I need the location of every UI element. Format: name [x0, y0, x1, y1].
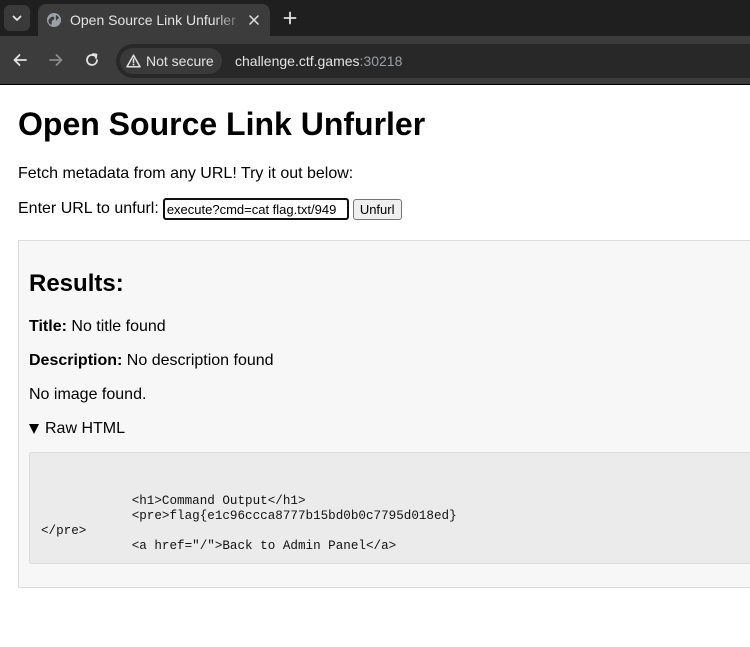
tab-search-button[interactable] [4, 5, 30, 31]
unfurl-button[interactable]: Unfurl [352, 198, 402, 220]
url-port: :30218 [359, 53, 403, 69]
browser-tabstrip: Open Source Link Unfurler [0, 0, 750, 36]
description-value: No description found [126, 352, 274, 369]
tab-close-button[interactable] [244, 10, 264, 30]
arrow-left-icon [13, 54, 27, 66]
disclosure-triangle-icon [29, 424, 39, 434]
title-label: Title: [29, 318, 67, 335]
url-input-label: Enter URL to unfurl: [18, 200, 159, 217]
results-heading: Results: [29, 270, 124, 297]
page-content: Open Source Link Unfurler Fetch metadata… [0, 85, 750, 647]
intro-text: Fetch metadata from any URL! Try it out … [18, 165, 354, 182]
page-title: Open Source Link Unfurler [18, 106, 426, 142]
url-input[interactable] [162, 198, 349, 220]
browser-toolbar: Not secure challenge.ctf.games:30218 [0, 36, 750, 84]
reload-icon [86, 53, 98, 66]
raw-html-summary: Raw HTML [45, 420, 126, 437]
result-title-line: Title: No title found [29, 317, 166, 337]
url-host: challenge.ctf.games [235, 53, 360, 69]
raw-html-code: <h1>Command Output</h1> <pre>flag{e1c96c… [29, 452, 750, 564]
title-value: No title found [71, 318, 166, 335]
chevron-down-icon [12, 15, 22, 21]
not-secure-label: Not secure [146, 53, 214, 69]
description-label: Description: [29, 352, 123, 369]
close-icon [249, 15, 259, 25]
arrow-right-icon [49, 54, 63, 66]
browser-tab-active[interactable]: Open Source Link Unfurler [38, 4, 270, 36]
plus-icon [283, 11, 297, 25]
results-panel: Results: Title: No title found Descripti… [18, 240, 750, 588]
site-security-button[interactable]: Not secure [120, 48, 222, 74]
tab-title: Open Source Link Unfurler [70, 12, 236, 28]
url-text[interactable]: challenge.ctf.games:30218 [235, 53, 402, 69]
globe-icon [47, 13, 61, 27]
warning-triangle-icon [126, 54, 141, 68]
back-button[interactable] [8, 48, 32, 72]
reload-button[interactable] [80, 48, 104, 72]
new-tab-button[interactable] [278, 6, 302, 30]
result-image-line: No image found. [29, 386, 147, 403]
result-description-line: Description: No description found [29, 351, 274, 371]
forward-button[interactable] [44, 48, 68, 72]
raw-html-toggle[interactable]: Raw HTML [29, 419, 125, 439]
unfurl-form: Enter URL to unfurl: Unfurl [18, 198, 402, 220]
address-bar[interactable]: Not secure challenge.ctf.games:30218 [116, 44, 750, 78]
